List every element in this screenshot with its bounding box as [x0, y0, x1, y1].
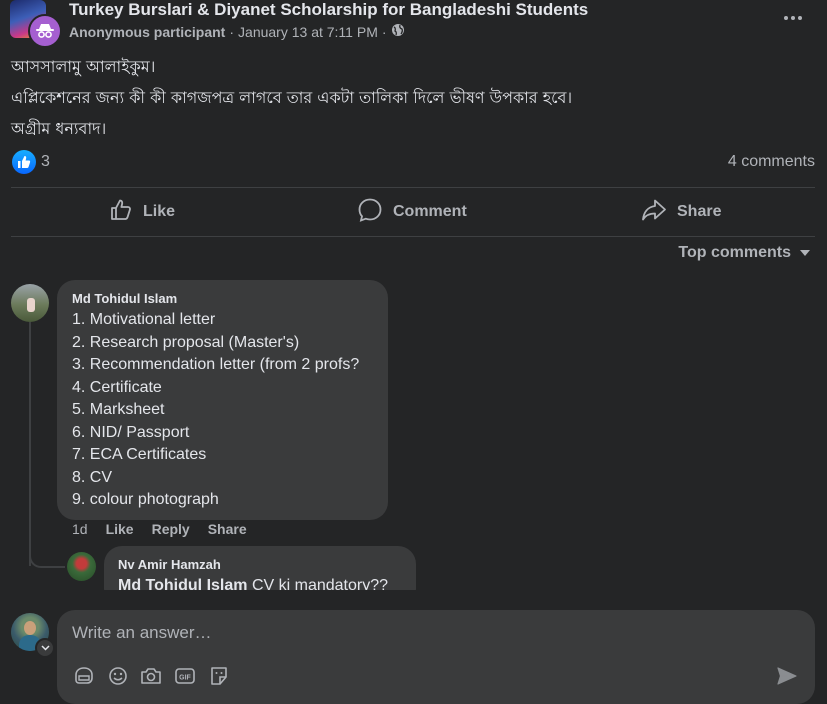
dot [791, 16, 795, 20]
comment-line: 4. Certificate [72, 378, 162, 396]
commenter-avatar[interactable] [11, 284, 49, 322]
divider [11, 187, 815, 188]
dot [798, 16, 802, 20]
comment-button[interactable]: Comment [357, 193, 467, 231]
comment-reply-button[interactable]: Reply [152, 521, 190, 537]
meta-separator: · [229, 23, 235, 40]
send-icon[interactable] [775, 664, 799, 688]
caret-down-icon [799, 244, 811, 262]
reply-viewport: Nv Amir Hamzah Md Tohidul Islam CV ki ma… [0, 540, 827, 590]
comment-icon [357, 197, 383, 228]
reply-mention[interactable]: Md Tohidul Islam [118, 577, 247, 590]
comment-label: Comment [393, 203, 467, 220]
chevron-down-icon[interactable] [35, 638, 55, 658]
comment-share-button[interactable]: Share [208, 521, 247, 537]
post-body-line: এপ্লিকেশনের জন্য কী কী কাগজপত্র লাগবে তা… [11, 88, 573, 107]
group-name[interactable]: Turkey Burslari & Diyanet Scholarship fo… [69, 0, 588, 20]
comment-line: 6. NID/ Passport [72, 423, 190, 441]
comment-line: 7. ECA Certificates [72, 446, 207, 463]
sticker-icon[interactable] [207, 664, 231, 688]
sort-label: Top comments [678, 244, 791, 261]
answer-input-placeholder[interactable]: Write an answer… [72, 623, 212, 643]
comment-sort-dropdown[interactable]: Top comments [678, 244, 811, 262]
share-icon [641, 198, 667, 227]
dot [784, 16, 788, 20]
comments-count[interactable]: 4 comments [728, 153, 815, 171]
comment-author[interactable]: Md Tohidul Islam [72, 291, 177, 306]
comment-line: 1. Motivational letter [72, 311, 216, 328]
post-meta: Anonymous participant · January 13 at 7:… [69, 23, 405, 40]
post-body-line: আসসালামু আলাইকুম। [11, 57, 156, 76]
more-options-button[interactable] [781, 8, 805, 28]
reply-avatar[interactable] [67, 552, 96, 581]
share-button[interactable]: Share [641, 193, 721, 231]
svg-text:GIF: GIF [179, 675, 191, 682]
post-body-line: অগ্রীম ধন্যবাদ। [11, 119, 107, 138]
comment-line: 9. colour photograph [72, 491, 219, 508]
anonymous-icon [28, 14, 62, 48]
camera-icon[interactable] [139, 664, 163, 688]
comment-actions: 1d Like Reply Share [72, 521, 247, 537]
comment-line: 5. Marksheet [72, 401, 165, 418]
comment-text: 1. Motivational letter 2. Research propo… [72, 309, 359, 512]
like-label: Like [143, 203, 176, 220]
reply-body: CV ki mandatory?? [251, 577, 388, 590]
emoji-icon[interactable] [106, 664, 130, 688]
meta-separator: · [381, 23, 387, 40]
comment-like-button[interactable]: Like [106, 521, 134, 537]
comment-line: 8. CV [72, 468, 113, 486]
thread-line [29, 322, 31, 566]
like-reaction-icon[interactable] [12, 150, 36, 174]
comment-line: 2. Research proposal (Master's) [72, 333, 300, 351]
share-label: Share [677, 203, 722, 220]
avatar-sticker-icon[interactable] [72, 664, 96, 688]
globe-icon [391, 23, 405, 40]
comment-line: 3. Recommendation letter (from 2 profs? [72, 356, 360, 373]
post-timestamp[interactable]: January 13 at 7:11 PM [238, 24, 378, 40]
reply-text: Md Tohidul Islam CV ki mandatory?? [118, 575, 388, 590]
like-button[interactable]: Like [109, 193, 175, 231]
gif-icon[interactable]: GIF [173, 664, 197, 688]
post-author[interactable]: Anonymous participant [69, 24, 225, 40]
comment-time[interactable]: 1d [72, 521, 88, 537]
like-count[interactable]: 3 [41, 153, 50, 171]
thumbs-up-icon [109, 198, 133, 227]
divider [11, 236, 815, 237]
reply-author[interactable]: Nv Amir Hamzah [118, 557, 221, 572]
